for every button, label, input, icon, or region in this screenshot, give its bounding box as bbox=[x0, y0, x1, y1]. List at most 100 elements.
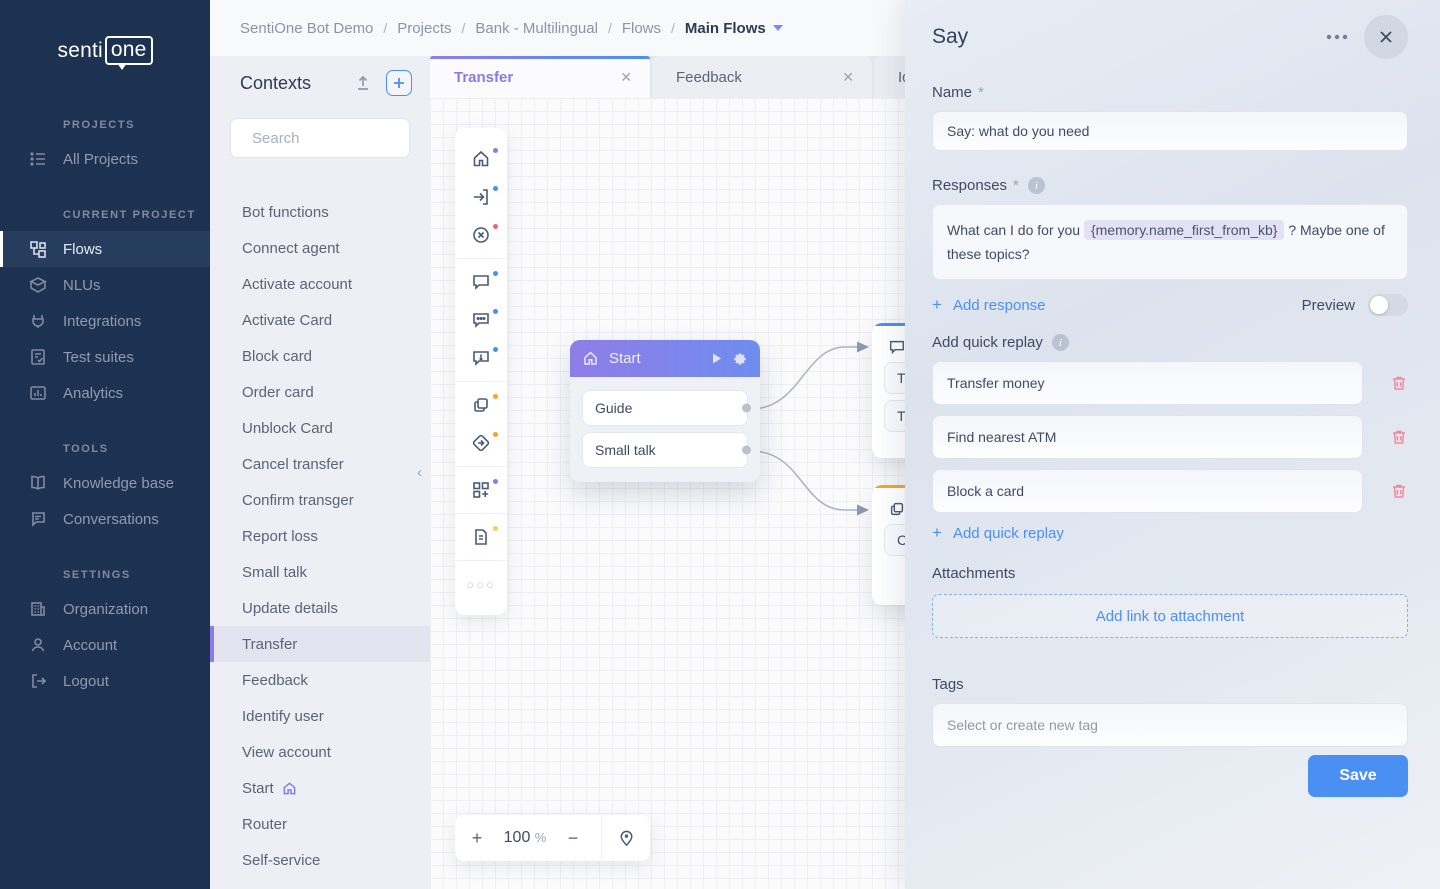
save-button[interactable]: Save bbox=[1308, 755, 1408, 797]
context-item-bot-functions[interactable]: Bot functions bbox=[210, 194, 430, 230]
context-item-router[interactable]: Router bbox=[210, 806, 430, 842]
tab-feedback[interactable]: Feedback ✕ bbox=[652, 56, 872, 98]
context-item-block-card[interactable]: Block card bbox=[210, 338, 430, 374]
start-node-header[interactable]: Start bbox=[570, 340, 760, 377]
speech-bubble-icon bbox=[471, 272, 491, 292]
search-input[interactable] bbox=[252, 130, 451, 147]
play-icon[interactable] bbox=[709, 351, 724, 366]
preview-toggle[interactable] bbox=[1368, 294, 1408, 316]
gear-icon[interactable] bbox=[732, 351, 748, 367]
quick-reply-field[interactable] bbox=[932, 361, 1363, 405]
copy-node-tool[interactable] bbox=[455, 386, 507, 424]
add-context-button[interactable] bbox=[386, 70, 412, 96]
more-options-icon[interactable] bbox=[1326, 34, 1348, 40]
node-option-small-talk[interactable]: Small talk bbox=[582, 432, 748, 468]
sidebar-item-label: Account bbox=[63, 637, 117, 654]
add-quick-replay-button[interactable]: +Add quick replay bbox=[932, 523, 1064, 543]
context-item-activate-account[interactable]: Activate account bbox=[210, 266, 430, 302]
node-title: Start bbox=[609, 350, 701, 367]
close-icon[interactable]: ✕ bbox=[838, 67, 858, 88]
context-item-small-talk[interactable]: Small talk bbox=[210, 554, 430, 590]
name-field[interactable] bbox=[932, 111, 1408, 151]
home-icon bbox=[471, 149, 491, 169]
delete-quick-reply-button[interactable] bbox=[1390, 428, 1408, 446]
context-item-activate-card[interactable]: Activate Card bbox=[210, 302, 430, 338]
center-view-button[interactable] bbox=[602, 829, 650, 848]
tags-field[interactable] bbox=[932, 703, 1408, 747]
context-item-order-card[interactable]: Order card bbox=[210, 374, 430, 410]
zoom-in-button[interactable]: + bbox=[455, 828, 499, 849]
chevron-down-icon[interactable] bbox=[773, 25, 783, 31]
start-node[interactable]: Start Guide Small talk bbox=[570, 340, 760, 482]
notify-node-tool[interactable] bbox=[455, 339, 507, 377]
context-item-label: Start bbox=[242, 780, 274, 797]
entry-node-tool[interactable] bbox=[455, 178, 507, 216]
quick-reply-field[interactable] bbox=[932, 415, 1363, 459]
breadcrumb-item[interactable]: SentiOne Bot Demo bbox=[240, 20, 373, 37]
breadcrumb-item[interactable]: Flows bbox=[622, 20, 661, 37]
context-item-label: Router bbox=[242, 816, 287, 833]
trash-icon bbox=[1390, 374, 1408, 392]
sidebar-item-test-suites[interactable]: Test suites bbox=[0, 339, 210, 375]
zoom-out-button[interactable]: − bbox=[551, 828, 595, 849]
sidebar-item-knowledge-base[interactable]: Knowledge base bbox=[0, 465, 210, 501]
orange-dot bbox=[493, 432, 498, 437]
context-item-identify-user[interactable]: Identify user bbox=[210, 698, 430, 734]
add-attachment-button[interactable]: Add link to attachment bbox=[932, 594, 1408, 638]
start-node-tool[interactable] bbox=[455, 140, 507, 178]
say-node-tool[interactable] bbox=[455, 263, 507, 301]
end-node-tool[interactable] bbox=[455, 216, 507, 254]
sidebar-item-label: Logout bbox=[63, 673, 109, 690]
context-item-report-loss[interactable]: Report loss bbox=[210, 518, 430, 554]
delete-quick-reply-button[interactable] bbox=[1390, 482, 1408, 500]
ask-node-tool[interactable] bbox=[455, 301, 507, 339]
context-item-view-account[interactable]: View account bbox=[210, 734, 430, 770]
required-mark: * bbox=[1013, 177, 1019, 194]
upload-icon[interactable] bbox=[354, 74, 372, 92]
connector-port[interactable] bbox=[742, 404, 751, 413]
sidebar-item-logout[interactable]: Logout bbox=[0, 663, 210, 699]
sidebar-item-organization[interactable]: Organization bbox=[0, 591, 210, 627]
context-item-connect-agent[interactable]: Connect agent bbox=[210, 230, 430, 266]
condition-node-tool[interactable] bbox=[455, 424, 507, 462]
close-panel-button[interactable] bbox=[1364, 15, 1408, 59]
context-item-cancel-transfer[interactable]: Cancel transfer bbox=[210, 446, 430, 482]
red-dot bbox=[493, 224, 498, 229]
response-text-editor[interactable]: What can I do for you {memory.name_first… bbox=[932, 204, 1408, 280]
close-icon[interactable]: ✕ bbox=[616, 67, 636, 88]
tab-transfer[interactable]: Transfer ✕ bbox=[430, 56, 650, 98]
context-item-self-service[interactable]: Self-service bbox=[210, 842, 430, 878]
context-item-update-details[interactable]: Update details bbox=[210, 590, 430, 626]
context-search bbox=[230, 118, 410, 158]
context-item-confirm-transger[interactable]: Confirm transger bbox=[210, 482, 430, 518]
module-node-tool[interactable] bbox=[455, 471, 507, 509]
delete-quick-reply-button[interactable] bbox=[1390, 374, 1408, 392]
sidebar-item-all-projects[interactable]: All Projects bbox=[0, 141, 210, 177]
context-item-transfer[interactable]: Transfer bbox=[210, 626, 430, 662]
node-option-guide[interactable]: Guide bbox=[582, 390, 748, 426]
context-item-label: Connect agent bbox=[242, 240, 340, 257]
context-item-feedback[interactable]: Feedback bbox=[210, 662, 430, 698]
breadcrumb-item-current[interactable]: Main Flows bbox=[685, 20, 766, 37]
sidebar-item-account[interactable]: Account bbox=[0, 627, 210, 663]
context-item-label: Bot functions bbox=[242, 204, 329, 221]
sidebar-item-conversations[interactable]: Conversations bbox=[0, 501, 210, 537]
add-response-button[interactable]: +Add response bbox=[932, 295, 1046, 315]
more-tools-button[interactable]: ○○○ bbox=[455, 565, 507, 603]
home-icon bbox=[582, 350, 599, 367]
breadcrumb-item[interactable]: Bank - Multilingual bbox=[475, 20, 598, 37]
yellow-dot bbox=[493, 526, 498, 531]
x-circle-icon bbox=[471, 225, 491, 245]
memory-token-chip[interactable]: {memory.name_first_from_kb} bbox=[1084, 220, 1284, 240]
breadcrumb-item[interactable]: Projects bbox=[397, 20, 451, 37]
sidebar-item-flows[interactable]: Flows bbox=[0, 231, 210, 267]
sidebar-item-nlus[interactable]: NLUs bbox=[0, 267, 210, 303]
quick-reply-field[interactable] bbox=[932, 469, 1363, 513]
note-node-tool[interactable] bbox=[455, 518, 507, 556]
collapse-panel-icon[interactable]: ‹ bbox=[417, 464, 422, 481]
context-item-start[interactable]: Start bbox=[210, 770, 430, 806]
sidebar-item-analytics[interactable]: Analytics bbox=[0, 375, 210, 411]
connector-port[interactable] bbox=[742, 446, 751, 455]
context-item-unblock-card[interactable]: Unblock Card bbox=[210, 410, 430, 446]
sidebar-item-integrations[interactable]: Integrations bbox=[0, 303, 210, 339]
